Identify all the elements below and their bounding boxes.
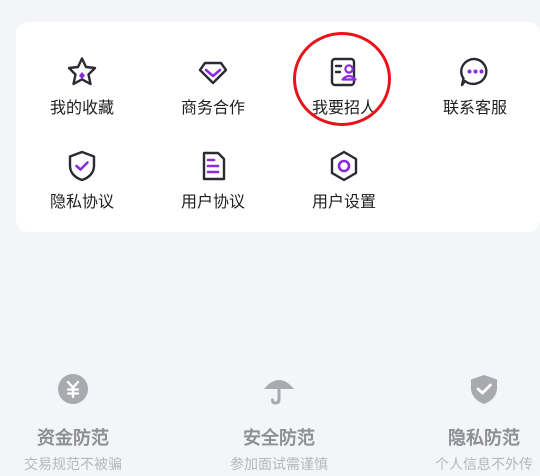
document-icon <box>202 151 226 181</box>
guarantee-funds: 资金防范 交易规范不被骗 <box>0 372 163 476</box>
umbrella-icon <box>264 380 294 405</box>
diamond-icon <box>198 61 228 85</box>
menu-item-label: 联系客服 <box>442 100 507 117</box>
menu-item-label: 隐私协议 <box>49 194 114 211</box>
menu-item-business[interactable]: 商务合作 <box>147 48 279 128</box>
shield-check-icon <box>68 150 96 182</box>
menu-item-privacy-policy[interactable]: 隐私协议 <box>16 142 148 222</box>
guarantee-safety: 安全防范 参加面试需谨慎 <box>189 372 369 476</box>
guarantee-subtitle: 参加面试需谨慎 <box>230 456 328 472</box>
settings-hex-icon <box>330 150 358 182</box>
menu-item-label: 我要招人 <box>311 100 376 117</box>
guarantee-privacy: 隐私防范 个人信息不外传 <box>394 372 540 476</box>
guarantee-subtitle: 个人信息不外传 <box>435 456 533 472</box>
menu-item-label: 商务合作 <box>180 100 245 117</box>
recruit-icon <box>330 57 357 87</box>
guarantee-title: 资金防范 <box>37 428 109 448</box>
menu-item-label: 我的收藏 <box>49 100 114 117</box>
menu-item-user-agreement[interactable]: 用户协议 <box>147 142 279 222</box>
shield-icon <box>471 375 497 404</box>
menu-item-label: 用户协议 <box>180 194 245 211</box>
menu-card: 我的收藏 商务合作 我要招人 联系客服 隐私协议 用户协议 用户设置 <box>16 22 540 232</box>
menu-item-customer-service[interactable]: 联系客服 <box>409 48 540 128</box>
menu-item-user-settings[interactable]: 用户设置 <box>278 142 410 222</box>
chat-icon <box>460 57 488 87</box>
menu-item-recruit[interactable]: 我要招人 <box>278 48 410 128</box>
menu-item-favorites[interactable]: 我的收藏 <box>16 48 148 128</box>
guarantee-title: 安全防范 <box>243 428 315 448</box>
coin-icon <box>58 374 88 404</box>
guarantee-subtitle: 交易规范不被骗 <box>24 456 122 472</box>
guarantee-title: 隐私防范 <box>448 428 520 448</box>
menu-item-label: 用户设置 <box>311 194 376 211</box>
star-icon <box>67 57 97 86</box>
